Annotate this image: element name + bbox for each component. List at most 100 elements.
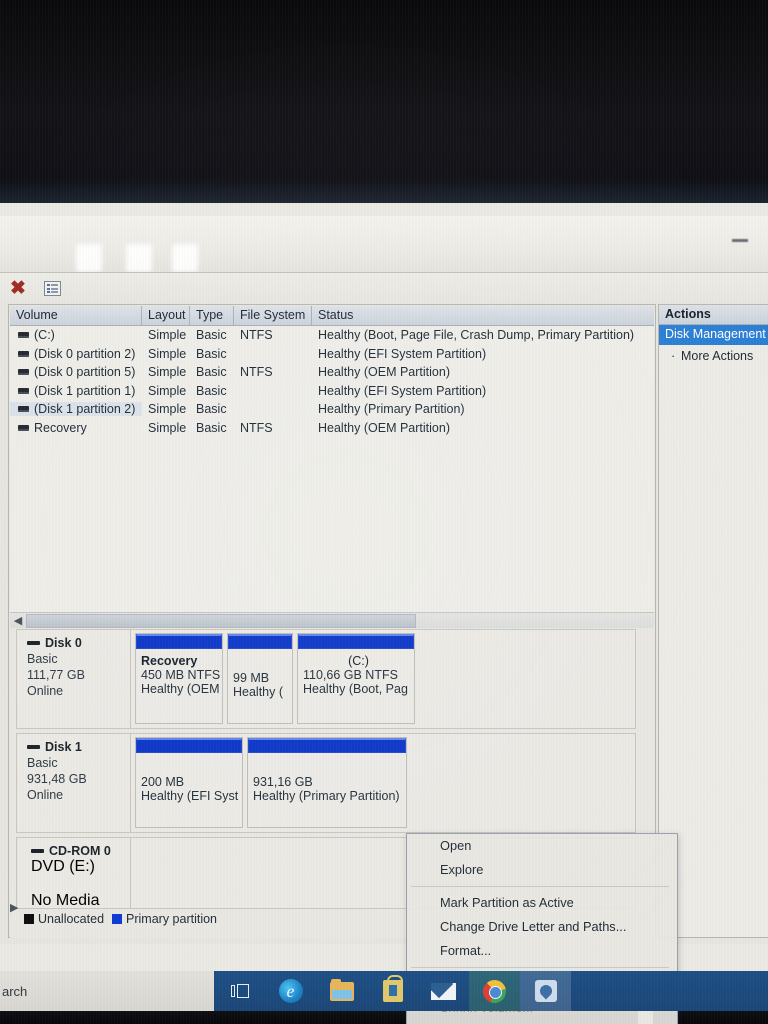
volume-disk-icon xyxy=(18,369,29,376)
taskbar-item-store[interactable] xyxy=(367,971,418,1011)
cell-layout: Simple xyxy=(148,328,187,343)
partition-label-spacer xyxy=(233,654,292,671)
column-header-volume[interactable]: Volume xyxy=(10,306,142,325)
minimize-button[interactable] xyxy=(732,239,748,242)
window-title-bar xyxy=(0,216,768,272)
context-menu-item[interactable]: Open xyxy=(407,834,677,858)
cell-volume-label: (Disk 0 partition 5) xyxy=(34,365,136,380)
table-row[interactable]: Recovery Simple Basic NTFS Healthy (OEM Part… xyxy=(10,419,654,438)
cell-volume: (Disk 0 partition 2) xyxy=(10,347,142,361)
partition-label-spacer xyxy=(141,758,242,775)
taskbar-item-pinned-app[interactable] xyxy=(520,971,571,1011)
partition-block[interactable]: Recovery 450 MB NTFS Healthy (OEM xyxy=(135,633,223,724)
partition-status: Healthy (Boot, Pag xyxy=(303,682,408,696)
partition-legend: Unallocated Primary partition xyxy=(24,912,217,926)
table-row[interactable]: (Disk 0 partition 2) Simple Basic Healthy (… xyxy=(10,345,654,364)
partition-size: 931,16 GB xyxy=(253,775,313,789)
hscroll-thumb[interactable] xyxy=(26,613,416,628)
context-menu-separator xyxy=(411,967,669,968)
cell-volume: (Disk 1 partition 2) xyxy=(10,402,142,417)
context-menu-item[interactable]: Mark Partition as Active xyxy=(407,891,677,915)
cell-volume-label: (Disk 1 partition 2) xyxy=(34,402,136,417)
context-menu-separator xyxy=(411,886,669,887)
table-row[interactable]: (Disk 0 partition 5) Simple Basic NTFS Healt… xyxy=(10,363,654,382)
partition-color-bar xyxy=(228,634,292,649)
volume-disk-icon xyxy=(18,332,29,339)
cdrom-info: CD-ROM 0 DVD (E:) No Media xyxy=(17,838,131,909)
taskbar-search-area[interactable]: arch xyxy=(0,971,214,1011)
volume-table-body: (C:) Simple Basic NTFS Healthy (Boot, Page F… xyxy=(10,326,654,437)
table-row[interactable]: (Disk 1 partition 2) Simple Basic Healthy (… xyxy=(10,400,654,419)
partition-size: 110,66 GB NTFS xyxy=(303,668,398,682)
disk-name-row: Disk 0 xyxy=(27,636,130,650)
monitor-bezel-top xyxy=(0,0,768,231)
microsoft-store-icon xyxy=(382,975,403,1002)
partition-block[interactable]: 931,16 GB Healthy (Primary Partition) xyxy=(247,737,407,828)
partition-text: 99 MB Healthy ( xyxy=(228,649,292,699)
cell-layout: Simple xyxy=(148,402,187,417)
disk-row[interactable]: Disk 1 Basic 931,48 GB Online 200 MB Healthy … xyxy=(16,733,636,833)
legend-swatch xyxy=(24,914,34,924)
column-header-layout[interactable]: Layout xyxy=(142,306,190,325)
delete-x-icon[interactable]: ✖ xyxy=(6,278,30,300)
menu-blob-action[interactable] xyxy=(126,244,152,272)
properties-list-icon[interactable] xyxy=(40,278,64,300)
taskbar-item-file-explorer[interactable] xyxy=(316,971,367,1011)
taskbar-item-chrome[interactable] xyxy=(469,971,520,1011)
legend-swatch xyxy=(112,914,123,924)
actions-item-disk-management[interactable]: Disk Management xyxy=(659,325,768,345)
partition-text: 200 MB Healthy (EFI Syst xyxy=(136,753,242,803)
column-header-type[interactable]: Type xyxy=(190,306,234,325)
volume-disk-icon xyxy=(18,350,29,357)
cell-layout: Simple xyxy=(148,383,187,398)
cell-volume-label: (C:) xyxy=(34,328,55,343)
disk-info: Disk 0 Basic 111,77 GB Online xyxy=(17,630,131,728)
cell-type: Basic xyxy=(196,328,227,343)
partition-block[interactable]: 200 MB Healthy (EFI Syst xyxy=(135,737,243,828)
disk-name: Disk 1 xyxy=(45,740,82,754)
partition-size: 200 MB xyxy=(141,775,185,789)
windows-taskbar: arch e xyxy=(0,971,768,1011)
edge-browser-icon: e xyxy=(278,979,303,1003)
taskbar-item-edge[interactable]: e xyxy=(265,971,316,1011)
partition-color-bar xyxy=(136,634,222,649)
taskbar-item-task-view[interactable] xyxy=(214,971,265,1011)
cell-type: Basic xyxy=(196,383,227,398)
legend-label: Primary partition xyxy=(126,912,218,926)
context-menu-item[interactable]: Format... xyxy=(407,939,677,963)
column-header-file-system[interactable]: File System xyxy=(234,306,312,325)
actions-item-more-actions[interactable]: · More Actions xyxy=(659,345,768,365)
cell-status: Healthy (EFI System Partition) xyxy=(318,346,487,361)
disk-name-row: Disk 1 xyxy=(27,740,130,754)
disk-row[interactable]: Disk 0 Basic 111,77 GB Online Recovery 450 MB… xyxy=(16,629,636,729)
partition-block[interactable]: (C:) 110,66 GB NTFS Healthy (Boot, Pag xyxy=(297,633,415,724)
menu-blob-file[interactable] xyxy=(76,244,102,272)
disk-state: Online xyxy=(27,684,64,698)
menu-blob-view[interactable] xyxy=(172,244,198,272)
search-box-text[interactable]: arch xyxy=(2,984,27,999)
cdrom-name-row: CD-ROM 0 xyxy=(31,844,130,858)
context-menu-item[interactable]: Explore xyxy=(407,858,677,882)
more-actions-bullet-icon: · xyxy=(671,349,676,363)
volume-list-hscrollbar[interactable]: ◀ xyxy=(10,612,654,628)
chrome-browser-icon xyxy=(483,979,506,1003)
pane-collapse-arrow[interactable]: ▶ xyxy=(10,901,18,914)
taskbar-item-mail[interactable] xyxy=(418,971,469,1011)
task-view-icon xyxy=(230,984,249,998)
volume-disk-icon xyxy=(18,424,29,431)
cell-volume: Recovery xyxy=(10,421,142,435)
window-content: Volume Layout Type File System Status (C… xyxy=(0,304,768,1024)
table-row[interactable]: (C:) Simple Basic NTFS Healthy (Boot, Page F… xyxy=(10,326,654,345)
context-menu-item[interactable]: Change Drive Letter and Paths... xyxy=(407,915,677,939)
partition-status: Healthy (EFI Syst xyxy=(141,789,239,803)
partition-text: 931,16 GB Healthy (Primary Partition) xyxy=(248,753,406,803)
column-header-status[interactable]: Status xyxy=(312,306,648,325)
partition-block[interactable]: 99 MB Healthy ( xyxy=(227,633,293,724)
file-explorer-icon xyxy=(329,978,354,1001)
scroll-left-arrow[interactable]: ◀ xyxy=(10,614,26,627)
table-row[interactable]: (Disk 1 partition 1) Simple Basic Healthy (… xyxy=(10,382,654,401)
partition-label-spacer xyxy=(253,758,406,775)
volume-table-header: Volume Layout Type File System Status xyxy=(10,306,654,326)
cell-layout: Simple xyxy=(148,365,187,380)
disk-name: Disk 0 xyxy=(45,636,82,650)
